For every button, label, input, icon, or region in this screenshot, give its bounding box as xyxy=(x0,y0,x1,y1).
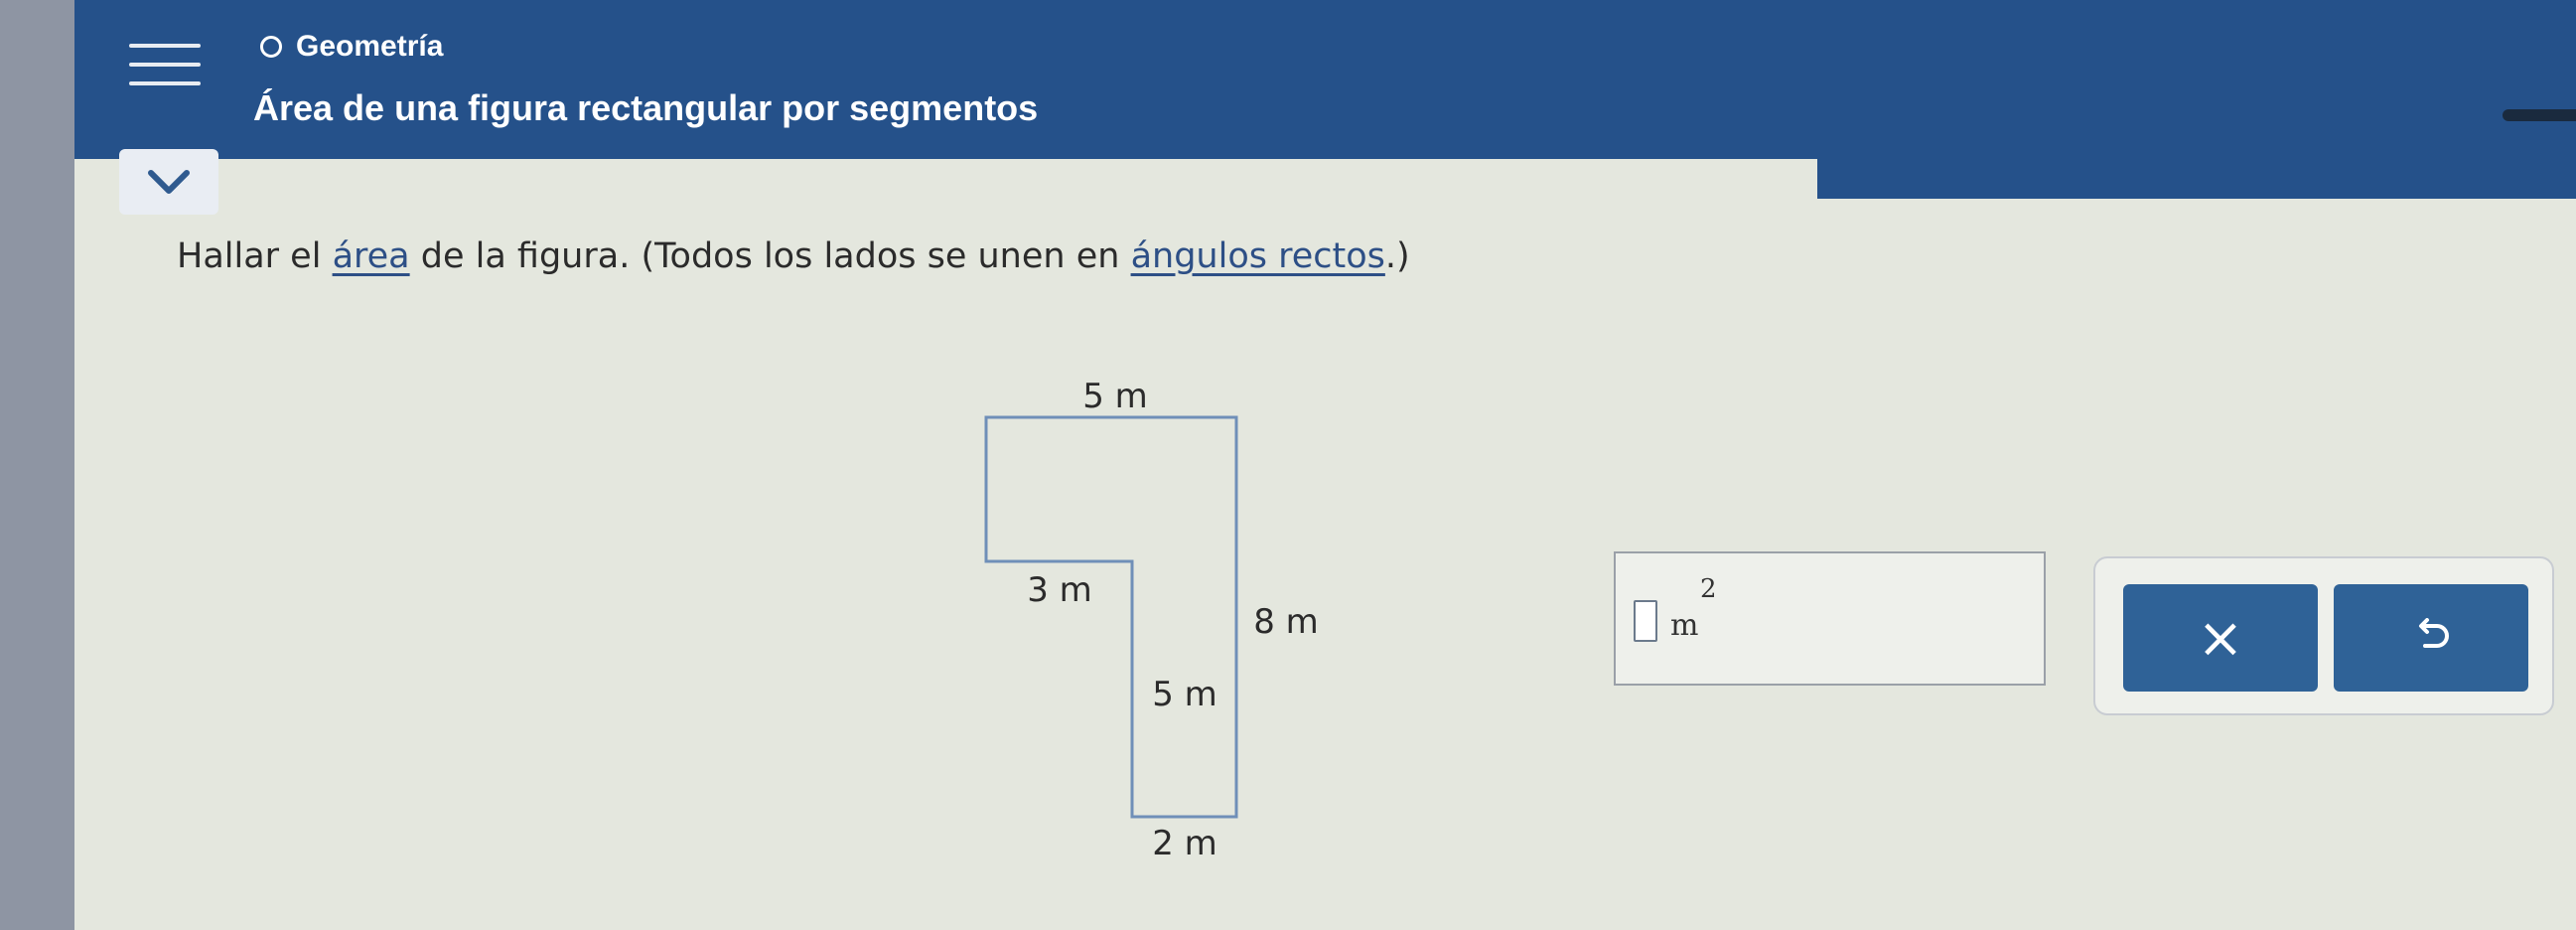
undo-button[interactable] xyxy=(2334,584,2528,692)
label-top: 5 m xyxy=(1082,377,1148,416)
figure-outline xyxy=(984,415,1238,819)
l-shape-figure: 5 m 3 m 8 m 5 m 2 m xyxy=(984,377,1319,863)
unit-label: m xyxy=(1670,608,1699,643)
label-left: 3 m xyxy=(1027,570,1092,610)
label-right: 8 m xyxy=(1253,602,1319,642)
undo-icon xyxy=(2419,618,2449,648)
unit-exponent: 2 xyxy=(1700,574,1717,604)
close-icon: × xyxy=(2197,605,2244,671)
clear-button[interactable]: × xyxy=(2123,584,2318,692)
answer-input[interactable] xyxy=(1634,600,1657,642)
label-bottom: 2 m xyxy=(1152,824,1217,863)
label-inner: 5 m xyxy=(1152,675,1217,714)
